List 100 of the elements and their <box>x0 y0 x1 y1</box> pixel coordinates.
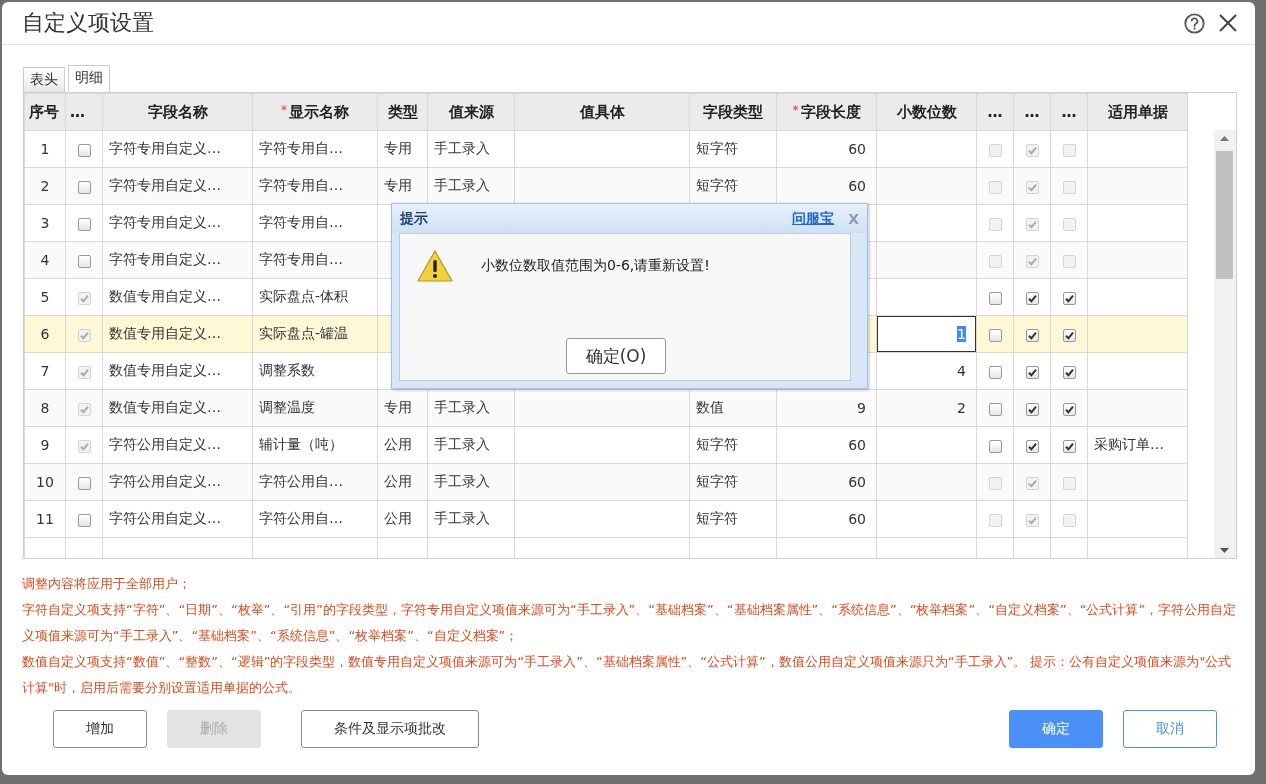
alert-title: 提示 <box>400 209 429 228</box>
ok-button[interactable]: 确定(O) <box>566 338 666 374</box>
table-cell: 专用 <box>384 177 412 193</box>
table-cell: 短字符 <box>696 510 738 526</box>
table-cell: 字符专用自定义… <box>109 140 221 156</box>
table-cell: 短字符 <box>696 436 738 452</box>
table-cell: 实际盘点-罐温 <box>259 325 349 341</box>
note-text: 数值自定义项支持“数值”、“整数”、“逻辑”的字段类型，数值专用自定义项值来源可为“手工录入”、“基础档案属性”、“公式计算”，数值公用自定义项值来源只为“手工录入”。 提示：公有自定义项值来源为"公式计算"时，启用后需要分别设置适用单据的公式。 <box>22 653 1233 697</box>
table-cell: 手工录入 <box>434 473 490 489</box>
table-cell: 10 <box>36 474 54 490</box>
column-header[interactable]: 类型 <box>377 93 428 131</box>
table-cell: 数值专用自定义… <box>109 288 221 304</box>
scroll-down-icon[interactable] <box>1220 548 1229 553</box>
table-cell: 8 <box>40 400 50 416</box>
checkbox[interactable] <box>988 365 1002 379</box>
table-cell: 11 <box>36 511 54 527</box>
table-cell: 手工录入 <box>434 510 490 526</box>
scrollbar[interactable] <box>1214 130 1236 558</box>
table-cell: 字符专用自定义… <box>109 251 221 267</box>
table-cell: 4 <box>957 363 966 379</box>
table-cell: 调整温度 <box>259 399 315 415</box>
table-cell: 4 <box>40 252 50 268</box>
checkbox[interactable] <box>988 439 1002 453</box>
table-cell: 公用 <box>384 510 412 526</box>
table-cell: 字符专用自定义… <box>109 214 221 230</box>
checkbox[interactable] <box>1062 439 1076 453</box>
tab[interactable]: 表头 <box>23 67 65 92</box>
table-cell: 专用 <box>384 399 412 415</box>
checkbox[interactable] <box>1025 439 1039 453</box>
table-cell: 公用 <box>384 436 412 452</box>
column-header[interactable]: … <box>1013 93 1051 131</box>
tab[interactable]: 明细 <box>68 65 110 92</box>
scrollbar-thumb[interactable] <box>1216 151 1233 279</box>
note-text: 字符自定义项支持“字符”、“日期”、“枚举”、“引用”的字段类型，字符专用自定义项值来源可为“手工录入”、“基础档案”、“基础档案属性”、“系统信息”、“枚举档案”、“自定义档案”、“公式计算”，字符公用自定义项值来源可为“手工录入”、“基础档案”、“系统信息”、“枚举档案”、“自定义档案”； <box>22 601 1237 645</box>
checkbox[interactable] <box>1025 328 1039 342</box>
table-cell: 5 <box>40 289 50 305</box>
table-cell: 60 <box>848 178 866 194</box>
action-button[interactable]: 增加 <box>53 710 147 748</box>
checkbox[interactable] <box>77 217 91 231</box>
column-header[interactable]: … <box>976 93 1014 131</box>
table-cell: 2 <box>957 400 966 416</box>
action-button[interactable]: 条件及显示项批改 <box>301 710 479 748</box>
table-cell: 字符公用自定义… <box>109 436 221 452</box>
column-header[interactable]: *字段长度 <box>776 93 877 131</box>
column-header[interactable]: 序号 <box>24 93 66 131</box>
column-header[interactable]: 小数位数 <box>876 93 977 131</box>
checkbox[interactable] <box>1025 291 1039 305</box>
table-cell: 手工录入 <box>434 436 490 452</box>
table-cell: 数值 <box>696 399 724 415</box>
checkbox[interactable] <box>77 143 91 157</box>
checkbox[interactable] <box>988 328 1002 342</box>
column-header[interactable]: 适用单据 <box>1087 93 1188 131</box>
checkbox[interactable] <box>1062 365 1076 379</box>
table-cell: 字符公用自… <box>259 473 343 489</box>
checkbox[interactable] <box>988 402 1002 416</box>
table-cell: 1 <box>40 141 50 157</box>
checkbox[interactable] <box>1062 402 1076 416</box>
help-icon[interactable] <box>1184 12 1205 34</box>
table-cell: 实际盘点-体积 <box>259 288 349 304</box>
checkbox[interactable] <box>988 291 1002 305</box>
table-cell: 数值专用自定义… <box>109 325 221 341</box>
alert-message: 小数位数取值范围为0-6,请重新设置! <box>481 257 710 275</box>
table-cell: 辅计量（吨） <box>259 436 343 452</box>
column-header[interactable]: 字段名称 <box>102 93 253 131</box>
checkbox[interactable] <box>77 476 91 490</box>
table-cell: 2 <box>40 178 50 194</box>
checkbox[interactable] <box>77 254 91 268</box>
checkbox[interactable] <box>1025 365 1039 379</box>
column-header[interactable]: 值来源 <box>427 93 515 131</box>
table-cell: 60 <box>848 511 866 527</box>
checkbox[interactable] <box>77 513 91 527</box>
table-cell: 3 <box>40 215 50 231</box>
table-cell: 字符专用自定义… <box>109 177 221 193</box>
column-header[interactable]: 字段类型 <box>689 93 777 131</box>
column-header[interactable]: … <box>1050 93 1088 131</box>
table-cell: 数值专用自定义… <box>109 362 221 378</box>
table-cell: 数值专用自定义… <box>109 399 221 415</box>
checkbox[interactable] <box>1062 291 1076 305</box>
table-cell: 字符公用自… <box>259 510 343 526</box>
table-cell: 60 <box>848 474 866 490</box>
table-cell: 专用 <box>384 140 412 156</box>
table-cell: 公用 <box>384 473 412 489</box>
column-header[interactable]: *显示名称 <box>252 93 378 131</box>
table-cell: 9 <box>857 400 866 416</box>
table-cell: 短字符 <box>696 473 738 489</box>
checkbox[interactable] <box>1062 328 1076 342</box>
table-cell: 字符公用自定义… <box>109 510 221 526</box>
note-text: 调整内容将应用于全部用户； <box>22 575 192 593</box>
table-cell: 字符专用自… <box>259 177 343 193</box>
scroll-up-icon[interactable] <box>1220 136 1229 141</box>
table-cell: 手工录入 <box>434 399 490 415</box>
column-header[interactable]: … <box>65 93 103 131</box>
warning-icon <box>417 250 453 282</box>
column-header[interactable]: 值具体 <box>514 93 690 131</box>
table-cell: 手工录入 <box>434 140 490 156</box>
table-cell: 调整系数 <box>259 362 315 378</box>
checkbox[interactable] <box>1025 402 1039 416</box>
help-link[interactable]: 问服宝 <box>792 209 835 228</box>
checkbox[interactable] <box>77 180 91 194</box>
close-icon[interactable] <box>1219 14 1237 32</box>
